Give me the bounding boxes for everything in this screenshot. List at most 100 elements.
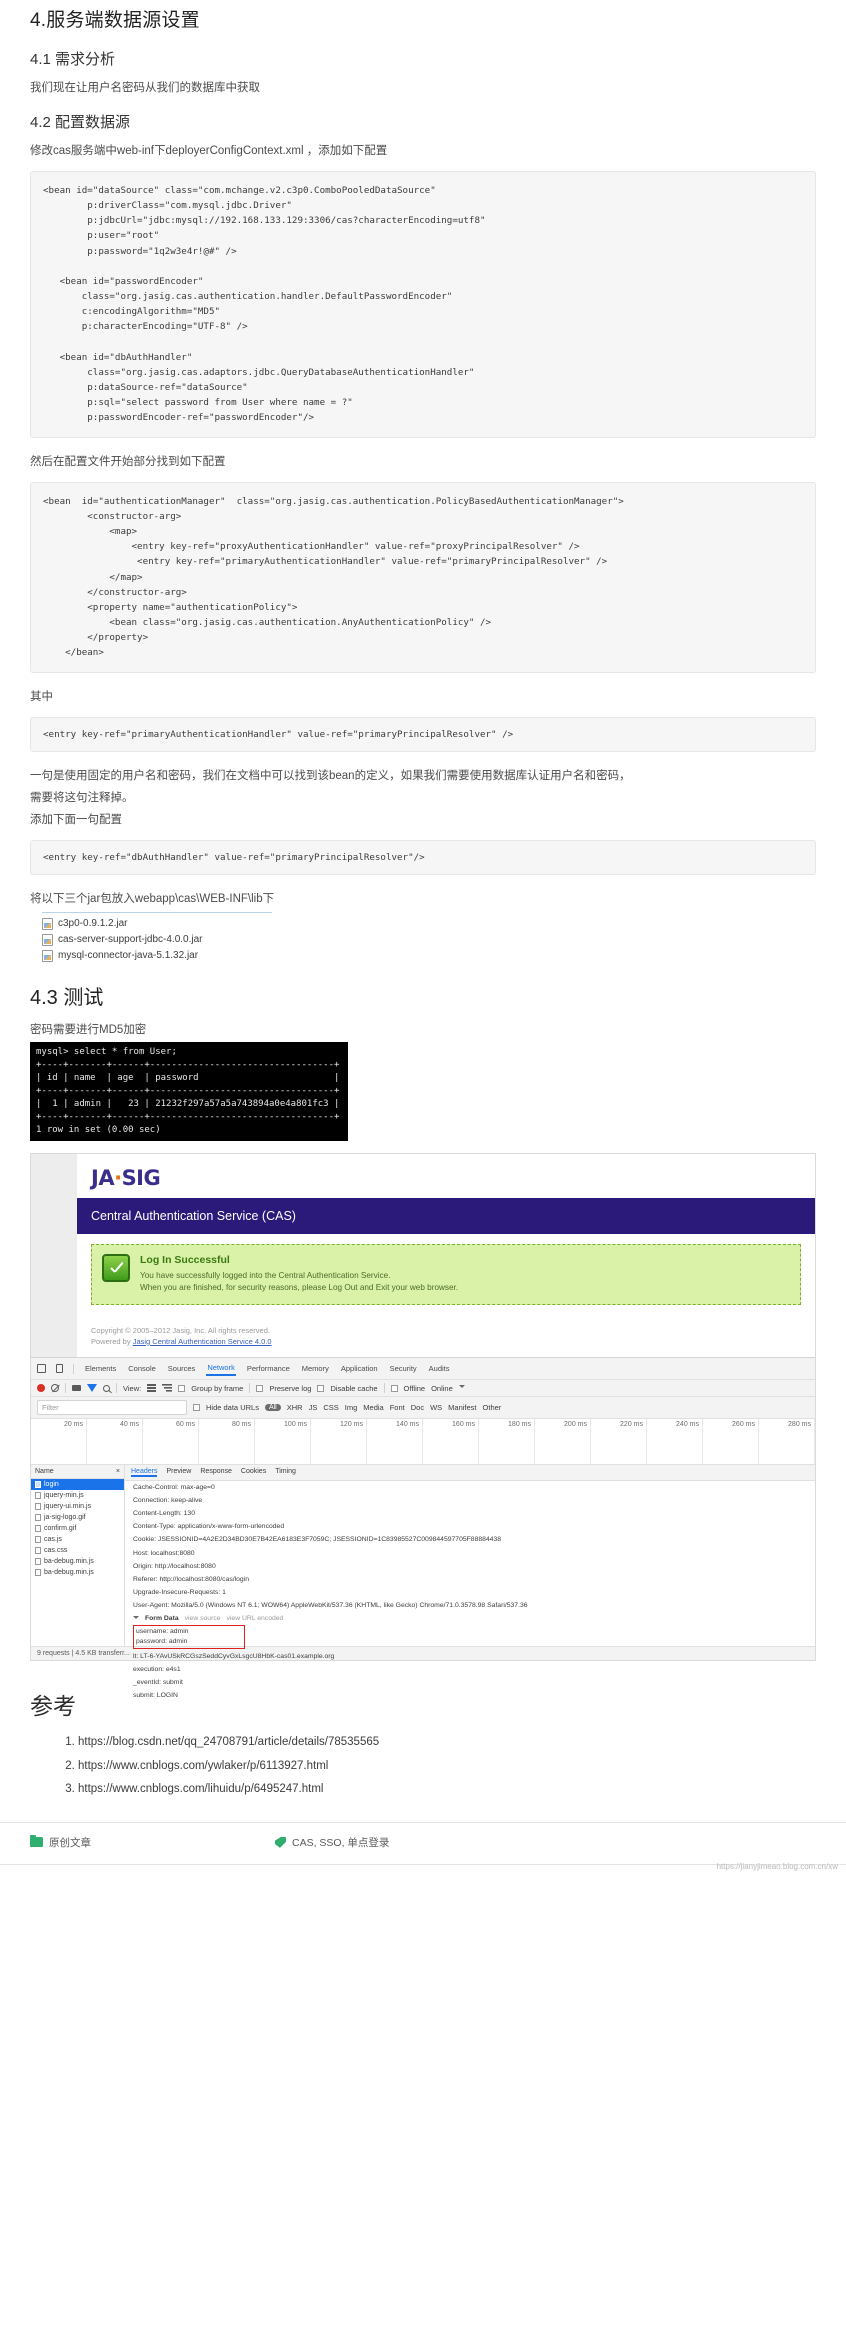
disable-cache-checkbox[interactable] <box>317 1384 325 1392</box>
tab-performance[interactable]: Performance <box>246 1362 291 1375</box>
list-item: c3p0-0.9.1.2.jar <box>42 916 816 932</box>
header-row: Content-Length: 130 <box>133 1510 195 1517</box>
document-icon <box>35 1481 41 1489</box>
filter-input[interactable]: Filter <box>37 1400 187 1416</box>
cas-logo: JA·SIG <box>77 1154 815 1198</box>
divider <box>65 1383 66 1394</box>
tab-preview[interactable]: Preview <box>166 1468 191 1477</box>
tab-response[interactable]: Response <box>200 1468 232 1477</box>
header-row: Origin: http://localhost:8080 <box>133 1562 216 1570</box>
request-row[interactable]: ba-debug.min.js <box>31 1556 124 1567</box>
divider <box>116 1383 117 1394</box>
reference-link[interactable]: https://www.cnblogs.com/lihuidu/p/649524… <box>78 1783 323 1795</box>
tab-network[interactable]: Network <box>206 1361 236 1377</box>
view-source-link[interactable]: view source <box>185 1615 221 1622</box>
filter-type-js[interactable]: JS <box>309 1403 318 1412</box>
view-url-encoded-link[interactable]: view URL encoded <box>227 1615 284 1622</box>
code-block-authentication-manager: <bean id="authenticationManager" class="… <box>30 481 816 673</box>
cas-message-area: Log In Successful You have successfully … <box>77 1234 815 1319</box>
form-data-section-header[interactable]: Form Data view source view URL encoded <box>125 1613 815 1624</box>
timeline-tick: 160 ms <box>423 1419 479 1465</box>
login-success-box: Log In Successful You have successfully … <box>91 1244 801 1305</box>
hide-data-urls-checkbox[interactable] <box>193 1404 200 1412</box>
tab-audits[interactable]: Audits <box>428 1362 451 1375</box>
status-text: 9 requests | 4.5 KB transferr... <box>37 1650 130 1658</box>
column-header-name[interactable]: Name <box>35 1468 54 1475</box>
tab-timing[interactable]: Timing <box>275 1468 296 1477</box>
filter-icon[interactable] <box>87 1384 97 1393</box>
close-icon[interactable]: × <box>116 1468 120 1475</box>
article-page: 4.服务端数据源设置 4.1 需求分析 我们现在让用户名密码从我们的数据库中获取… <box>0 8 846 1875</box>
tab-elements[interactable]: Elements <box>84 1362 117 1375</box>
filter-type-css[interactable]: CSS <box>323 1403 338 1412</box>
paragraph-then: 然后在配置文件开始部分找到如下配置 <box>30 455 226 468</box>
filter-type-ws[interactable]: WS <box>430 1403 442 1412</box>
timeline-tick: 60 ms <box>143 1419 199 1465</box>
success-line-1: You have successfully logged into the Ce… <box>140 1271 391 1281</box>
jar-file-name: mysql-connector-java-5.1.32.jar <box>58 950 199 962</box>
heading-4-1: 4.1 需求分析 <box>30 50 116 68</box>
request-row[interactable]: ba-debug.min.js <box>31 1567 124 1578</box>
request-name: jquery-ui.min.js <box>44 1503 92 1511</box>
request-row[interactable]: cas.js <box>31 1534 124 1545</box>
screenshot-icon[interactable] <box>72 1385 81 1392</box>
search-icon[interactable] <box>103 1384 110 1392</box>
request-row[interactable]: jquery-min.js <box>31 1490 124 1501</box>
throttle-select[interactable]: Online <box>431 1384 453 1393</box>
code-block-entry-primary: <entry key-ref="primaryAuthenticationHan… <box>30 716 816 752</box>
filter-type-all[interactable]: All <box>264 1404 281 1412</box>
filter-type-media[interactable]: Media <box>363 1403 383 1412</box>
divider <box>383 1383 385 1394</box>
inspect-element-icon[interactable] <box>37 1364 46 1374</box>
tab-sources[interactable]: Sources <box>167 1362 197 1375</box>
tags-label[interactable]: CAS, SSO, 单点登录 <box>292 1835 389 1850</box>
cas-footer: Copyright © 2005–2012 Jasig, Inc. All ri… <box>77 1318 815 1358</box>
jasig-cas-link[interactable]: Jasig Central Authentication Service 4.0… <box>133 1337 272 1346</box>
jasig-logo-icon: JA·SIG <box>91 1166 161 1191</box>
device-toolbar-icon[interactable] <box>56 1364 63 1374</box>
reference-link[interactable]: https://blog.csdn.net/qq_24708791/articl… <box>78 1736 379 1748</box>
category-label[interactable]: 原创文章 <box>49 1835 91 1850</box>
paragraph-md5: 密码需要进行MD5加密 <box>30 1023 147 1036</box>
detail-tabbar: Headers Preview Response Cookies Timing <box>125 1465 815 1482</box>
tab-security[interactable]: Security <box>389 1362 418 1375</box>
chevron-down-icon[interactable] <box>133 1615 139 1622</box>
tab-cookies[interactable]: Cookies <box>241 1468 266 1477</box>
waterfall-view-icon[interactable] <box>162 1384 173 1393</box>
filter-type-font[interactable]: Font <box>390 1403 405 1412</box>
jar-list-divider <box>42 911 272 913</box>
script-icon <box>35 1558 41 1566</box>
timeline-tick: 100 ms <box>255 1419 311 1465</box>
request-name: cas.css <box>44 1547 68 1555</box>
request-row[interactable]: jquery-ui.min.js <box>31 1501 124 1512</box>
group-by-frame-checkbox[interactable] <box>178 1384 186 1392</box>
offline-checkbox[interactable] <box>390 1384 398 1392</box>
tab-headers[interactable]: Headers <box>131 1468 158 1478</box>
tab-application[interactable]: Application <box>340 1362 379 1375</box>
filter-type-xhr[interactable]: XHR <box>287 1403 303 1412</box>
record-button-icon[interactable] <box>37 1384 45 1393</box>
tag-icon <box>275 1836 286 1848</box>
list-item: cas-server-support-jdbc-4.0.0.jar <box>42 932 816 948</box>
request-row[interactable]: confirm.gif <box>31 1523 124 1534</box>
filter-type-img[interactable]: Img <box>345 1403 358 1412</box>
tab-memory[interactable]: Memory <box>301 1362 330 1375</box>
script-icon <box>35 1569 41 1577</box>
clear-icon[interactable] <box>51 1384 59 1393</box>
image-icon <box>35 1525 41 1533</box>
code-block-datasource: <bean id="dataSource" class="com.mchange… <box>30 170 816 438</box>
request-row-login[interactable]: login <box>31 1479 124 1491</box>
filter-type-other[interactable]: Other <box>483 1403 502 1412</box>
request-row[interactable]: ja-sig-logo.gif <box>31 1512 124 1523</box>
request-name: login <box>44 1481 59 1489</box>
request-row[interactable]: cas.css <box>31 1545 124 1556</box>
preserve-log-checkbox[interactable] <box>256 1384 264 1392</box>
reference-link[interactable]: https://www.cnblogs.com/ywlaker/p/611392… <box>78 1760 328 1772</box>
check-icon <box>102 1254 130 1283</box>
list-view-icon[interactable] <box>147 1384 157 1393</box>
tab-console[interactable]: Console <box>127 1362 157 1375</box>
filter-type-manifest[interactable]: Manifest <box>448 1403 476 1412</box>
network-timeline-overview[interactable]: 20 ms 40 ms 60 ms 80 ms 100 ms 120 ms 14… <box>31 1419 815 1466</box>
filter-type-doc[interactable]: Doc <box>411 1403 424 1412</box>
chevron-down-icon[interactable] <box>458 1385 465 1391</box>
